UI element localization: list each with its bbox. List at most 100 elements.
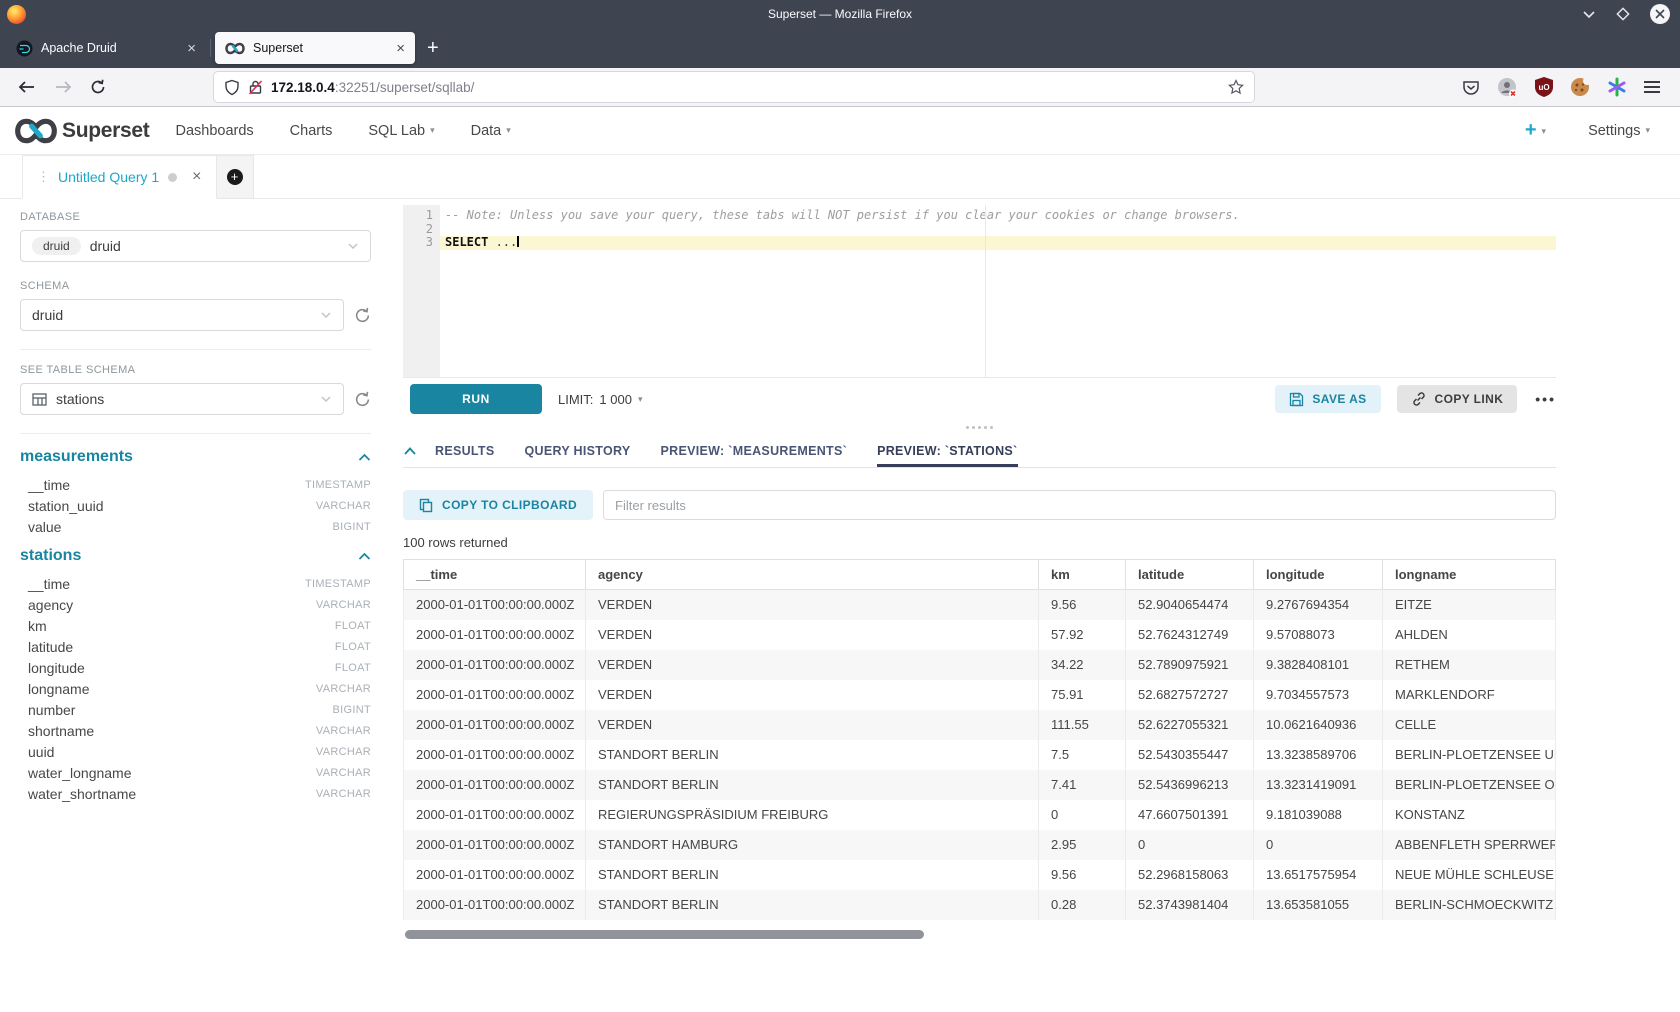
add-query-tab-button[interactable]: + [217, 155, 254, 198]
table-row: 2000-01-01T00:00:00.000ZVERDEN9.5652.904… [404, 590, 1556, 620]
link-icon [1411, 391, 1427, 407]
nav-item-sql-lab[interactable]: SQL Lab▾ [368, 123, 434, 139]
drag-handle-icon[interactable]: ⋮ [37, 169, 49, 185]
column-type: TIMESTAMP [305, 578, 371, 590]
copy-to-clipboard-button[interactable]: COPY TO CLIPBOARD [403, 490, 593, 520]
more-options-icon[interactable]: ••• [1535, 391, 1556, 407]
query-tab-active[interactable]: ⋮ Untitled Query 1 × [22, 155, 217, 199]
shield-icon[interactable] [224, 79, 240, 96]
tab-results[interactable]: RESULTS [435, 434, 495, 467]
table-name[interactable]: measurements [20, 448, 133, 466]
column-name: shortname [28, 723, 94, 739]
chevron-down-icon [320, 393, 332, 405]
window-maximize-icon[interactable] [1616, 7, 1630, 21]
window-close-icon[interactable] [1650, 4, 1670, 24]
schema-column-row: agency VARCHAR [20, 594, 371, 615]
table-cell: RETHEM [1383, 650, 1556, 680]
table-cell: VERDEN [586, 710, 1039, 740]
column-type: VARCHAR [316, 746, 371, 758]
table-row: 2000-01-01T00:00:00.000ZSTANDORT BERLIN7… [404, 770, 1556, 800]
editor-pane: 1 2 3 -- Note: Unless you save your quer… [395, 199, 1680, 1012]
database-select[interactable]: druid druid [20, 230, 371, 262]
reload-icon[interactable] [90, 79, 106, 95]
collapse-south-pane-icon[interactable] [403, 434, 417, 467]
pane-splitter-handle[interactable] [403, 420, 1556, 434]
forward-icon[interactable] [54, 80, 72, 94]
table-row: 2000-01-01T00:00:00.000ZVERDEN34.2252.78… [404, 650, 1556, 680]
extension-account-icon[interactable] [1497, 77, 1518, 98]
refresh-schema-icon[interactable] [354, 307, 371, 324]
line-number: 1 [403, 209, 433, 223]
run-button[interactable]: RUN [410, 384, 542, 414]
new-tab-button[interactable]: + [427, 37, 439, 60]
column-header[interactable]: km [1039, 560, 1126, 590]
tab-close-icon[interactable]: × [396, 41, 405, 56]
column-name: __time [28, 477, 70, 493]
column-type: FLOAT [335, 641, 371, 653]
sidebar-divider [20, 433, 371, 434]
table-cell: 10.0621640936 [1254, 710, 1383, 740]
druid-favicon [16, 40, 33, 57]
column-name: __time [28, 576, 70, 592]
table-cell: 52.5430355447 [1126, 740, 1254, 770]
pocket-icon[interactable] [1462, 78, 1480, 96]
save-as-button[interactable]: SAVE AS [1275, 385, 1380, 413]
settings-menu[interactable]: Settings▾ [1588, 123, 1650, 139]
column-type: TIMESTAMP [305, 479, 371, 491]
tab-query-history[interactable]: QUERY HISTORY [525, 434, 631, 467]
browser-tab-apache-druid[interactable]: Apache Druid × [6, 32, 206, 64]
column-header[interactable]: __time [404, 560, 586, 590]
query-tab-close-icon[interactable]: × [192, 168, 201, 186]
nav-item-charts[interactable]: Charts [290, 123, 333, 139]
chevron-down-icon [320, 309, 332, 321]
column-header[interactable]: agency [586, 560, 1039, 590]
tab-preview-measurements[interactable]: PREVIEW: `MEASUREMENTS` [661, 434, 848, 467]
table-cell: 13.6517575954 [1254, 860, 1383, 890]
column-header[interactable]: latitude [1126, 560, 1254, 590]
superset-logo[interactable]: Superset [14, 117, 149, 145]
copy-link-button[interactable]: COPY LINK [1397, 385, 1518, 413]
tab-preview-stations[interactable]: PREVIEW: `STATIONS` [877, 434, 1017, 467]
new-item-button[interactable]: +▾ [1525, 119, 1546, 142]
table-cell: KONSTANZ [1383, 800, 1556, 830]
table-cell: 2000-01-01T00:00:00.000Z [404, 830, 586, 860]
collapse-chevron-up-icon[interactable] [358, 453, 371, 462]
menu-hamburger-icon[interactable] [1644, 78, 1660, 96]
schema-select[interactable]: druid [20, 299, 344, 331]
table-schema-select[interactable]: stations [20, 383, 344, 415]
bookmark-star-icon[interactable] [1228, 79, 1244, 95]
table-cell: 2000-01-01T00:00:00.000Z [404, 620, 586, 650]
superset-favicon [225, 42, 245, 55]
ublock-icon[interactable]: uO [1535, 77, 1553, 97]
table-row: 2000-01-01T00:00:00.000ZREGIERUNGSPRÄSID… [404, 800, 1556, 830]
column-header[interactable]: longname [1383, 560, 1556, 590]
tab-separator [210, 39, 211, 57]
url-bar[interactable]: 172.18.0.4:32251/superset/sqllab/ [214, 72, 1254, 102]
scrollbar-thumb[interactable] [405, 930, 924, 939]
table-cell: 9.57088073 [1254, 620, 1383, 650]
insecure-lock-icon[interactable] [248, 79, 263, 95]
table-cell: 111.55 [1039, 710, 1126, 740]
nav-item-dashboards[interactable]: Dashboards [175, 123, 253, 139]
text-cursor [517, 236, 519, 247]
filter-results-input[interactable] [603, 490, 1556, 520]
column-header[interactable]: longitude [1254, 560, 1383, 590]
tab-close-icon[interactable]: × [187, 41, 196, 56]
table-name[interactable]: stations [20, 547, 81, 565]
nav-item-data[interactable]: Data▾ [471, 123, 511, 139]
asterisk-extension-icon[interactable] [1607, 77, 1627, 97]
sql-editor[interactable]: 1 2 3 -- Note: Unless you save your quer… [403, 205, 1556, 378]
back-icon[interactable] [18, 80, 36, 94]
table-cell: 52.3743981404 [1126, 890, 1254, 920]
table-cell: NEUE MÜHLE SCHLEUSE OP [1383, 860, 1556, 890]
table-cell: VERDEN [586, 680, 1039, 710]
results-table: __time agency km latitude longitude long… [403, 559, 1556, 920]
table-cell: EITZE [1383, 590, 1556, 620]
cookie-extension-icon[interactable] [1570, 77, 1590, 97]
browser-tab-superset[interactable]: Superset × [215, 32, 415, 64]
refresh-table-schema-icon[interactable] [354, 391, 371, 408]
limit-dropdown[interactable]: LIMIT: 1 000 ▾ [558, 392, 642, 407]
collapse-chevron-up-icon[interactable] [358, 552, 371, 561]
window-minimize-icon[interactable] [1582, 10, 1596, 19]
table-cell: STANDORT BERLIN [586, 860, 1039, 890]
